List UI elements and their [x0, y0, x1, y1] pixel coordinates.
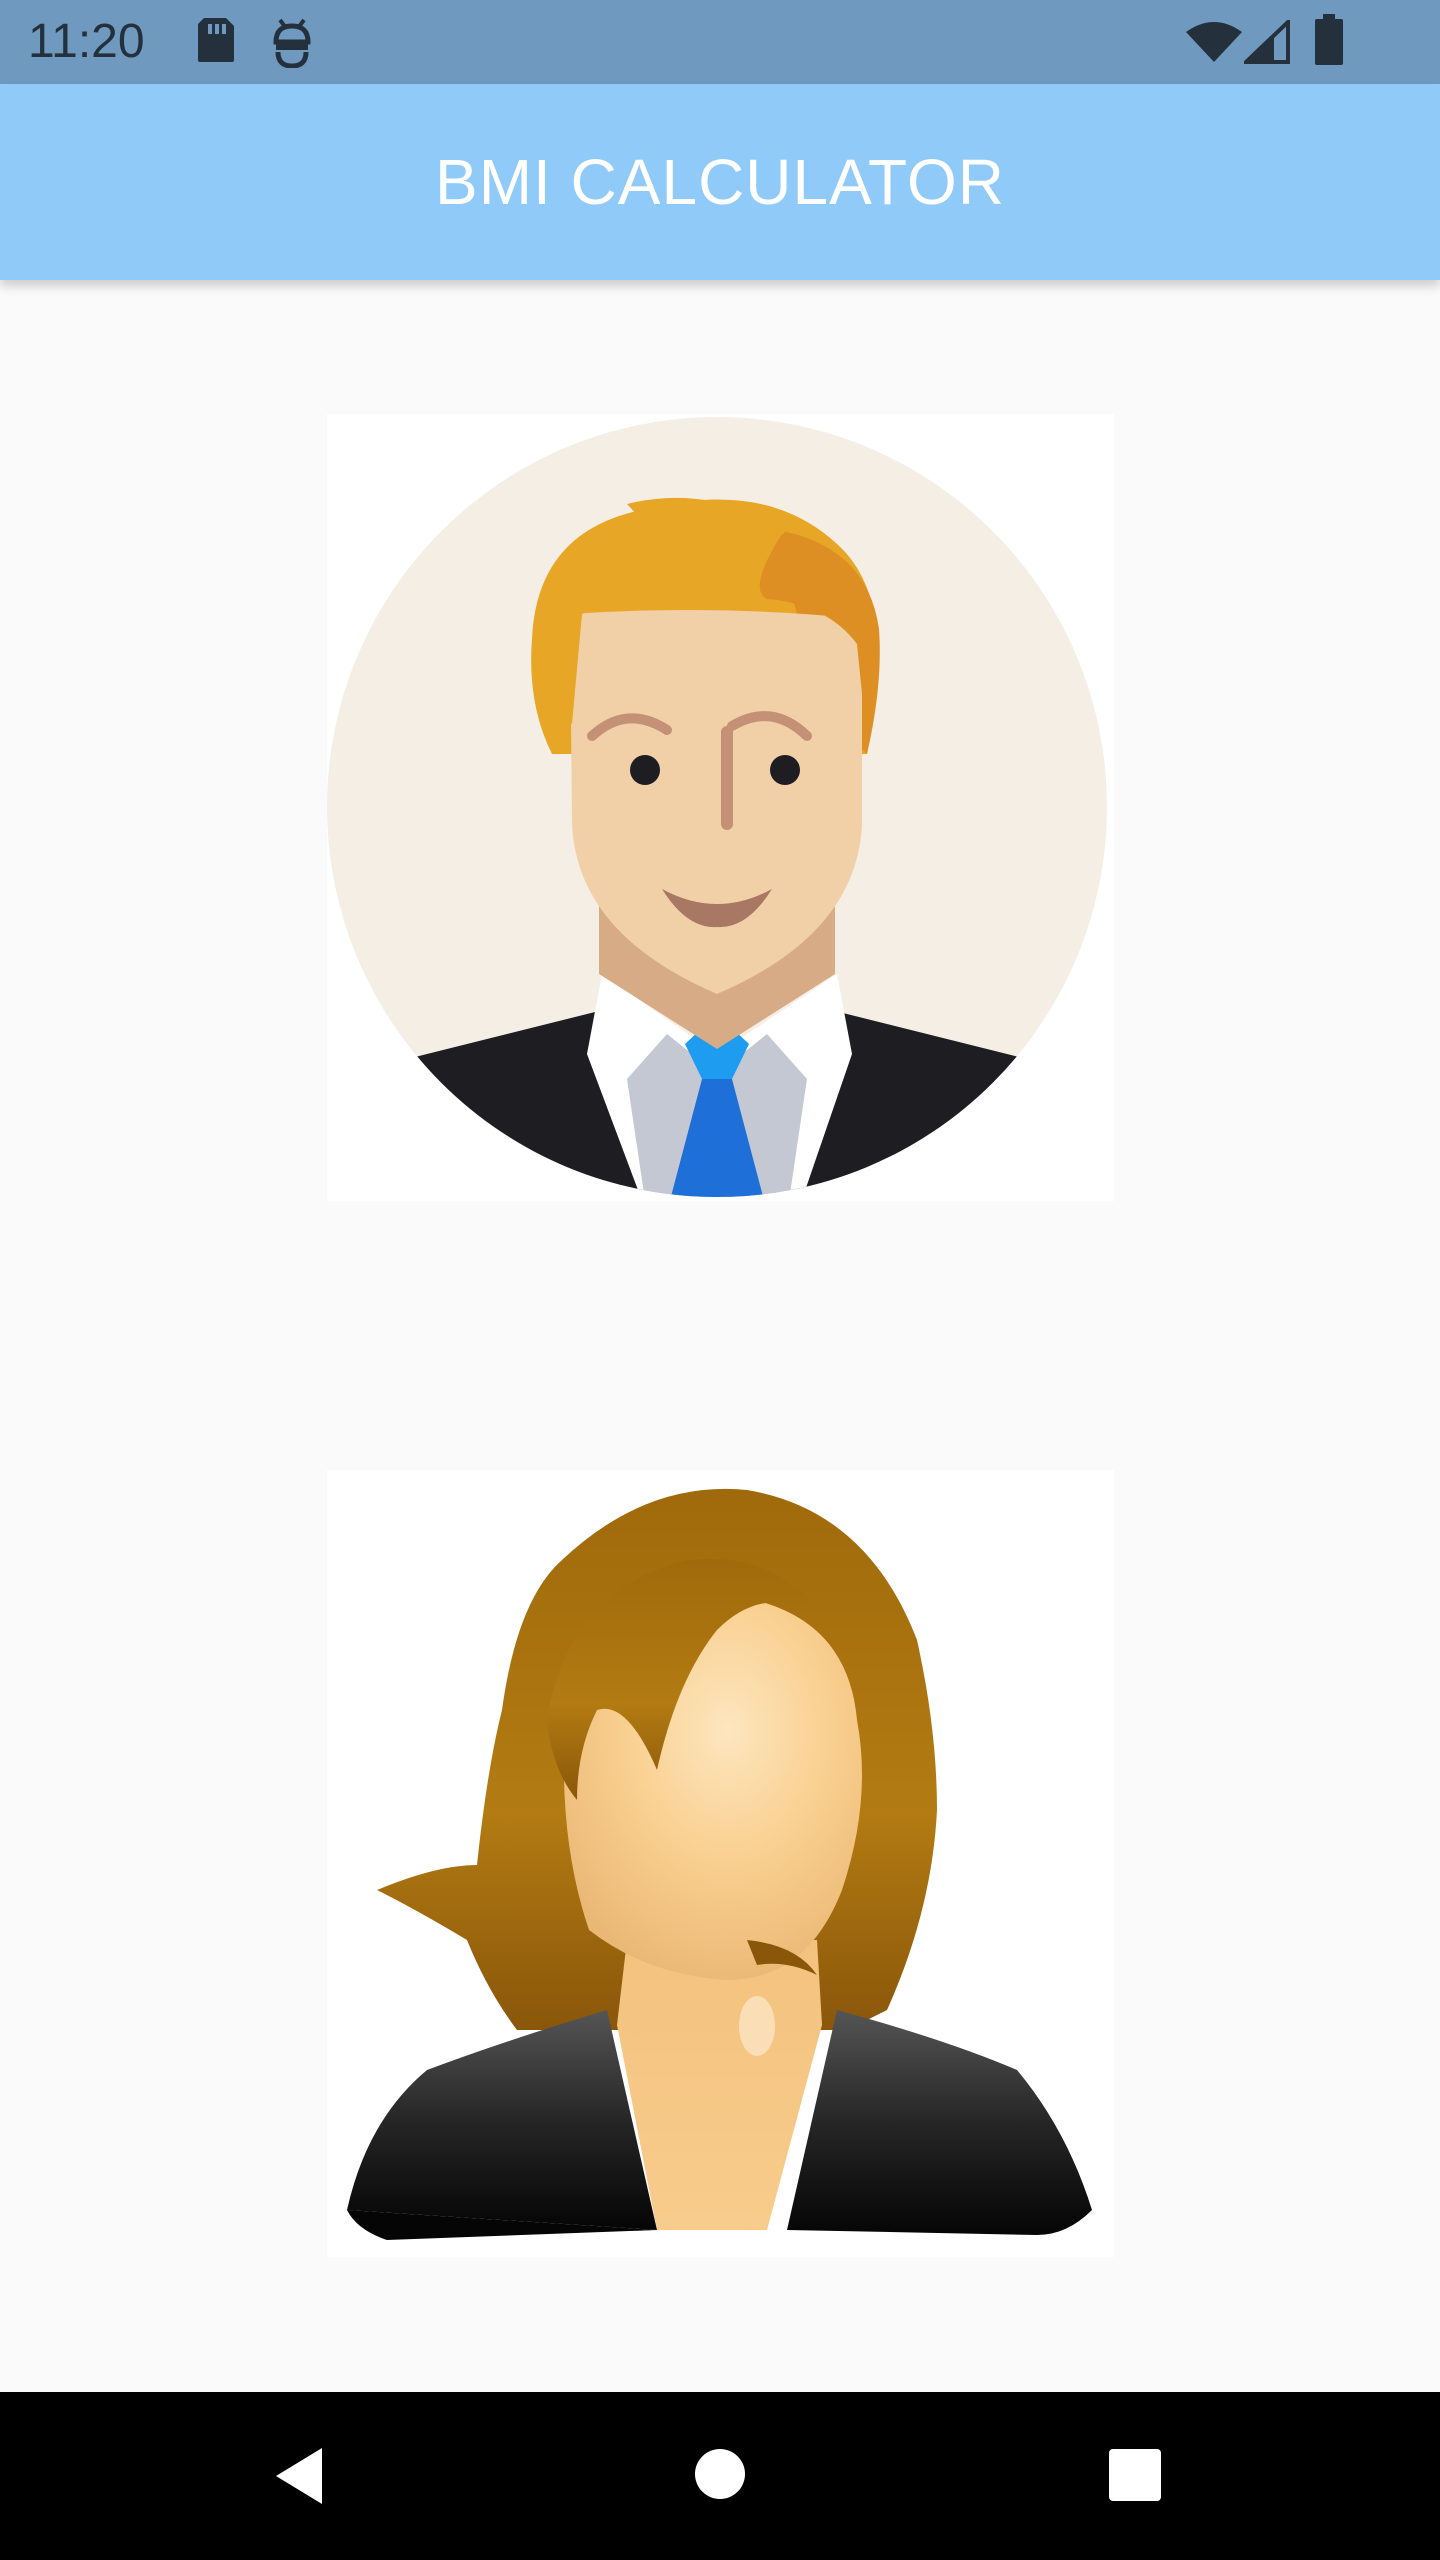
wifi-icon — [1186, 20, 1242, 69]
recents-icon[interactable] — [1108, 2448, 1162, 2507]
male-option-button[interactable] — [327, 414, 1114, 1201]
back-icon[interactable] — [270, 2444, 330, 2513]
status-bar: 11:20 — [0, 0, 1440, 84]
signal-icon — [1241, 17, 1290, 69]
status-time: 11:20 — [28, 15, 145, 68]
battery-icon — [1314, 14, 1344, 71]
navigation-bar — [0, 2392, 1440, 2560]
home-icon[interactable] — [694, 2448, 746, 2505]
debug-icon — [270, 16, 314, 73]
app-bar: BMI CALCULATOR — [0, 84, 1440, 280]
male-avatar-icon — [327, 414, 1114, 1201]
female-avatar-icon — [327, 1470, 1114, 2257]
sd-card-icon — [196, 16, 236, 69]
female-option-button[interactable] — [327, 1470, 1114, 2257]
app-title: BMI CALCULATOR — [435, 146, 1005, 218]
